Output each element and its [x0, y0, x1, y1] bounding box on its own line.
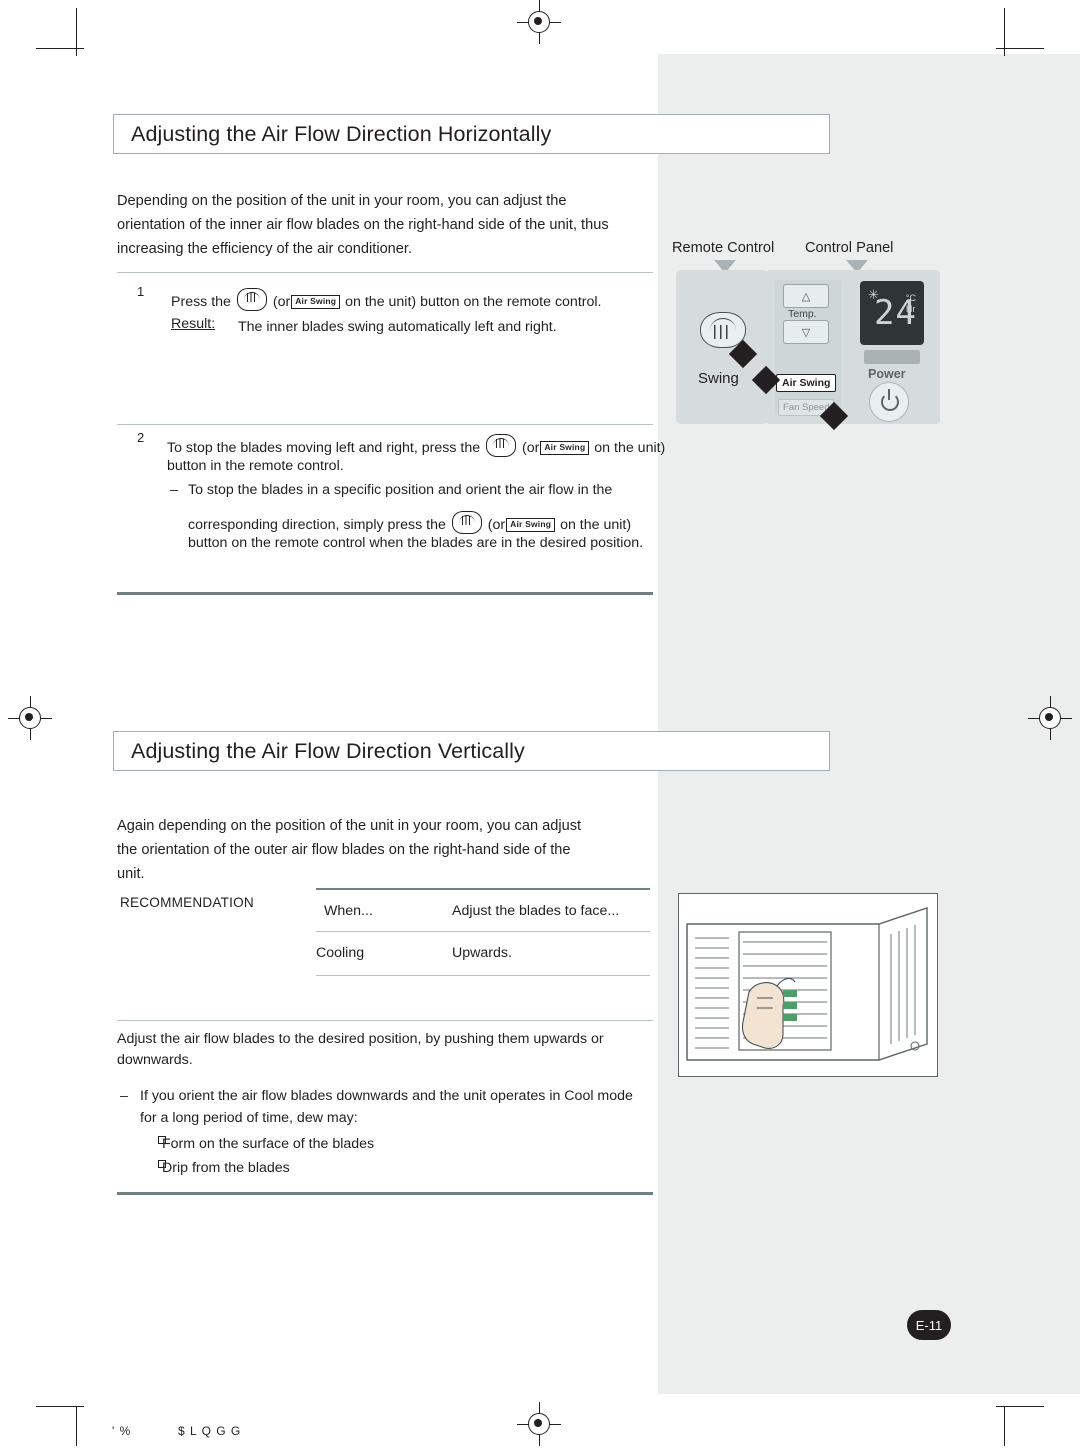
step-2-number: 2 — [137, 430, 145, 445]
page-root: Adjusting the Air Flow Direction Horizon… — [0, 0, 1080, 1456]
step-2-sub-e: button on the remote control when the bl… — [188, 535, 644, 551]
air-swing-key-icon-2: Air Swing — [540, 440, 590, 455]
step-2-sub-b: corresponding direction, simply press th… — [188, 517, 446, 533]
air-swing-key-icon-3: Air Swing — [506, 517, 556, 532]
title-accent-bar-2 — [114, 732, 119, 770]
step-2-sub-a: To stop the blades in a specific positio… — [188, 482, 613, 498]
panel-display: ✳ 24 °C Hr — [860, 281, 924, 345]
title-accent-bar — [114, 115, 119, 153]
label-remote-control: Remote Control — [672, 240, 775, 256]
swing-key-icon-2 — [486, 434, 517, 457]
divider-4 — [117, 1020, 653, 1021]
panel-air-swing-button[interactable]: Air Swing — [776, 374, 837, 392]
display-unit-hour: Hr — [905, 304, 916, 314]
swing-caption: Swing — [698, 370, 739, 387]
step-2-text-b: (or — [522, 440, 540, 456]
unit-illustration-frame — [678, 893, 938, 1077]
swing-key-icon-3 — [451, 511, 482, 534]
temp-down-icon: ▽ — [801, 326, 811, 339]
step-2-text-d: button in the remote control. — [167, 458, 344, 474]
panel-display-shadow — [864, 350, 920, 364]
step-2-sub-dash: – — [170, 482, 178, 498]
section-title-vertical: Adjusting the Air Flow Direction Vertica… — [113, 731, 830, 771]
air-conditioner-unit-drawing — [686, 907, 928, 1061]
table-header-adjust: Adjust the blades to face... — [452, 903, 620, 919]
divider-3 — [117, 592, 653, 595]
section2-warning: If you orient the air flow blades downwa… — [140, 1088, 633, 1126]
section-title-horizontal: Adjusting the Air Flow Direction Horizon… — [113, 114, 830, 154]
section1-intro: Depending on the position of the unit in… — [117, 193, 609, 257]
table-cell-cooling: Cooling — [316, 945, 365, 961]
step-1-text-c: on the unit) button on the remote contro… — [345, 294, 602, 310]
display-unit-celsius: °C — [905, 293, 916, 303]
temp-label: Temp. — [788, 308, 817, 320]
section2-bullet-2: Drip from the blades — [162, 1160, 290, 1176]
display-units: °C Hr — [906, 293, 916, 315]
divider-1 — [117, 272, 653, 273]
air-swing-key-icon: Air Swing — [291, 294, 341, 309]
power-button[interactable] — [869, 382, 909, 422]
step-2-text-a: To stop the blades moving left and right… — [167, 440, 481, 456]
swing-bars-icon — [712, 325, 734, 339]
section1-title-text: Adjusting the Air Flow Direction Horizon… — [131, 121, 552, 146]
table-bottom-rule — [316, 975, 650, 976]
label-control-panel: Control Panel — [805, 240, 894, 256]
swing-key-icon — [236, 288, 267, 311]
section2-note: Adjust the air flow blades to the desire… — [117, 1031, 604, 1068]
temp-up-icon: △ — [801, 290, 811, 303]
section2-dash: – — [120, 1088, 128, 1104]
table-header-when: When... — [324, 903, 373, 919]
section2-title-text: Adjusting the Air Flow Direction Vertica… — [131, 738, 525, 763]
divider-2 — [117, 424, 653, 425]
divider-5 — [117, 1192, 653, 1195]
section2-bullet-1: Form on the surface of the blades — [162, 1136, 375, 1152]
recommendation-label: RECOMMENDATION — [120, 895, 254, 910]
step-1-result-label: Result: — [171, 316, 216, 332]
step-2-text-c: on the unit) — [594, 440, 666, 456]
step-2-sub-d: on the unit) — [560, 517, 632, 533]
table-mid-rule — [316, 931, 650, 932]
step-1-text-a: Press the — [171, 294, 231, 310]
temp-up-button[interactable]: △ — [783, 284, 829, 308]
page-number-badge: E-11 — [907, 1310, 951, 1340]
table-cell-upwards: Upwards. — [452, 945, 512, 961]
footer-right-text: $ L Q G G — [178, 1424, 242, 1438]
section2-intro: Again depending on the position of the u… — [117, 818, 582, 882]
table-top-rule — [316, 888, 650, 890]
step-2-sub-c: (or — [487, 517, 506, 533]
step-1-result-text: The inner blades swing automatically lef… — [238, 319, 557, 335]
step-1-text-b: (or — [272, 294, 291, 310]
footer-left-text: ' % — [112, 1424, 132, 1438]
step-1-number: 1 — [137, 284, 145, 299]
temp-down-button[interactable]: ▽ — [783, 320, 829, 344]
step-1-text: Press the (or Air Swing on the unit) butt… — [171, 288, 641, 313]
power-label: Power — [868, 367, 906, 381]
